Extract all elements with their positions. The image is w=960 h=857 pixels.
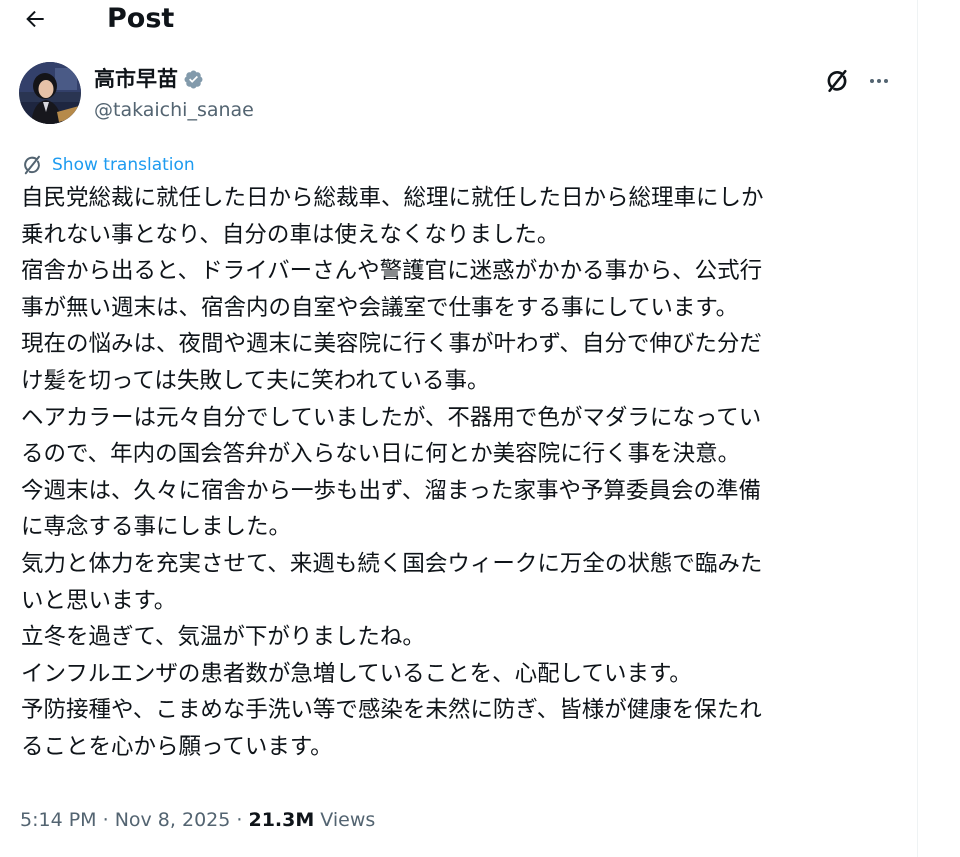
tweet-line: 予防接種や、こまめな手洗い等で感染を未然に防ぎ、皆様が健康を保たれ xyxy=(21,697,762,724)
grok-button[interactable] xyxy=(822,66,852,96)
tweet-line: 乗れない事となり、自分の車は使えなくなりました。 xyxy=(21,221,560,248)
post-time: 5:14 PM xyxy=(20,809,97,831)
tweet-line: に専念する事にしました。 xyxy=(21,514,292,541)
tweet-line: インフルエンザの患者数が急増していることを、心配しています。 xyxy=(21,660,692,687)
tweet-line: 今週末は、久々に宿舎から一歩も出ず、溜まった家事や予算委員会の準備 xyxy=(21,477,762,504)
post-meta: 5:14 PM · Nov 8, 2025 · 21.3M Views xyxy=(20,804,375,836)
show-translation-label: Show translation xyxy=(52,155,195,175)
views-link[interactable]: 21.3M Views xyxy=(248,809,375,831)
author-name[interactable]: 高市早苗 xyxy=(94,64,178,94)
tweet-line: 事が無い週末は、宿舎内の自室や会議室で仕事をする事にしています。 xyxy=(21,294,739,321)
tweet-line: ヘアカラーは元々自分でしていましたが、不器用で色がマダラになってい xyxy=(21,404,762,431)
page-header: Post xyxy=(0,0,918,40)
tweet-line: 自民党総裁に就任した日から総裁車、総理に就任した日から総理車にしか xyxy=(21,185,764,211)
post-timestamp[interactable]: 5:14 PM · Nov 8, 2025 xyxy=(20,809,230,831)
avatar[interactable] xyxy=(19,62,81,124)
tweet-line: ることを心から願っています。 xyxy=(21,733,333,760)
avatar-image xyxy=(19,62,81,124)
verified-badge-icon xyxy=(183,69,204,90)
tweet-line: 立冬を過ぎて、気温が下がりましたね。 xyxy=(21,624,425,651)
post-column: Post 高市早苗 @takaichi_sanae Show translati… xyxy=(0,0,918,857)
author-handle[interactable]: @takaichi_sanae xyxy=(94,96,254,124)
grok-icon xyxy=(24,155,40,175)
more-horizontal-icon xyxy=(870,79,888,83)
back-button[interactable] xyxy=(20,4,50,34)
tweet-line: 宿舎から出ると、ドライバーさんや警護官に迷惑がかかる事から、公式行 xyxy=(21,258,763,285)
author-row: 高市早苗 xyxy=(94,64,204,94)
page-title: Post xyxy=(107,3,175,34)
tweet-text: 自民党総裁に就任した日から総裁車、総理に就任した日から総理車にしか 乗れない事と… xyxy=(21,180,901,766)
views-count: 21.3M xyxy=(248,809,315,831)
meta-separator: · xyxy=(96,809,115,831)
tweet-line: 気力と体力を充実させて、来週も続く国会ウィークに万全の状態で臨みた xyxy=(21,550,763,577)
post-page: Post 高市早苗 @takaichi_sanae Show translati… xyxy=(0,0,960,857)
meta-separator: · xyxy=(230,809,249,831)
tweet-line: るので、年内の国会答弁が入らない日に何とか美容院に行く事を決意。 xyxy=(21,441,741,468)
show-translation-button[interactable]: Show translation xyxy=(21,152,195,178)
grok-icon xyxy=(827,69,847,93)
views-label: Views xyxy=(314,809,376,831)
tweet-line: 現在の悩みは、夜間や週末に美容院に行く事が叶わず、自分で伸びた分だ xyxy=(21,331,762,358)
more-button[interactable] xyxy=(864,66,894,96)
arrow-left-icon xyxy=(26,10,44,28)
tweet-line: いと思います。 xyxy=(21,587,177,614)
post-date: Nov 8, 2025 xyxy=(114,809,231,831)
tweet-line: け髪を切っては失敗して夫に笑われている事。 xyxy=(21,367,490,394)
